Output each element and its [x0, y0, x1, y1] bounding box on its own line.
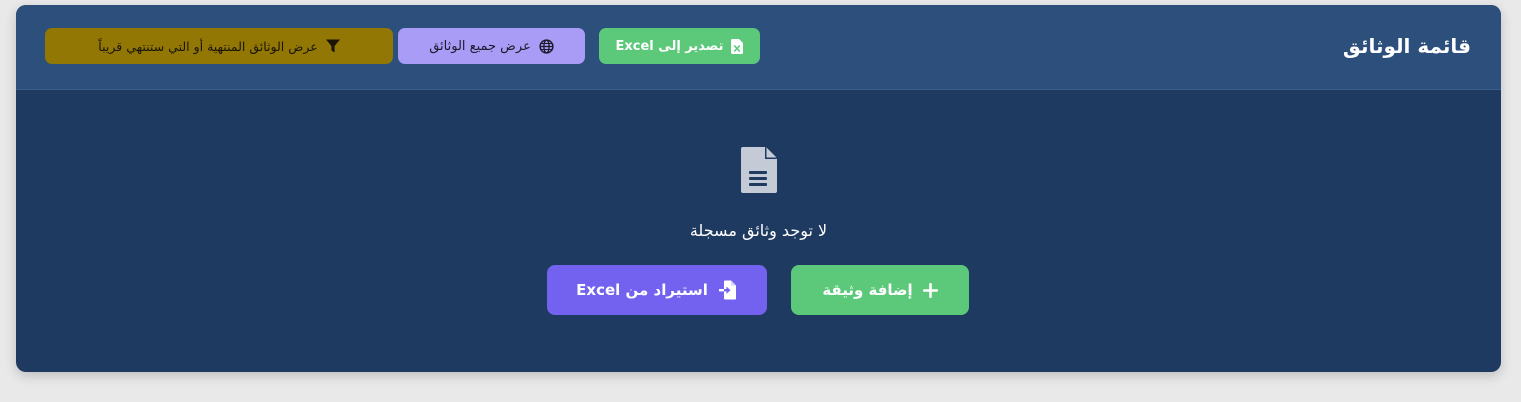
empty-state	[16, 145, 1501, 199]
show-expiring-documents-label: عرض الوثائق المنتهية أو التي ستنتهي قريب…	[98, 38, 318, 54]
show-all-documents-label: عرض جميع الوثائق	[429, 38, 531, 54]
add-document-label: إضافة وثيقة	[822, 281, 913, 299]
file-import-icon	[718, 280, 738, 300]
show-expiring-documents-button[interactable]: عرض الوثائق المنتهية أو التي ستنتهي قريب…	[45, 28, 393, 64]
card-header: قائمة الوثائق تصدير إلى Excel عرض جميع ا…	[16, 5, 1501, 90]
page-title: قائمة الوثائق	[1342, 34, 1471, 58]
globe-icon	[539, 38, 554, 54]
import-excel-label: استيراد من Excel	[576, 281, 708, 299]
filter-icon	[325, 39, 340, 53]
documents-card: قائمة الوثائق تصدير إلى Excel عرض جميع ا…	[16, 5, 1501, 372]
export-excel-button[interactable]: تصدير إلى Excel	[599, 28, 760, 64]
import-excel-button[interactable]: استيراد من Excel	[547, 265, 767, 315]
excel-file-icon	[731, 38, 744, 54]
document-icon	[739, 145, 779, 195]
empty-state-message: لا توجد وثائق مسجلة	[689, 221, 828, 240]
add-document-button[interactable]: إضافة وثيقة	[791, 265, 969, 315]
plus-icon	[922, 282, 938, 298]
export-excel-label: تصدير إلى Excel	[615, 38, 724, 54]
show-all-documents-button[interactable]: عرض جميع الوثائق	[398, 28, 585, 64]
